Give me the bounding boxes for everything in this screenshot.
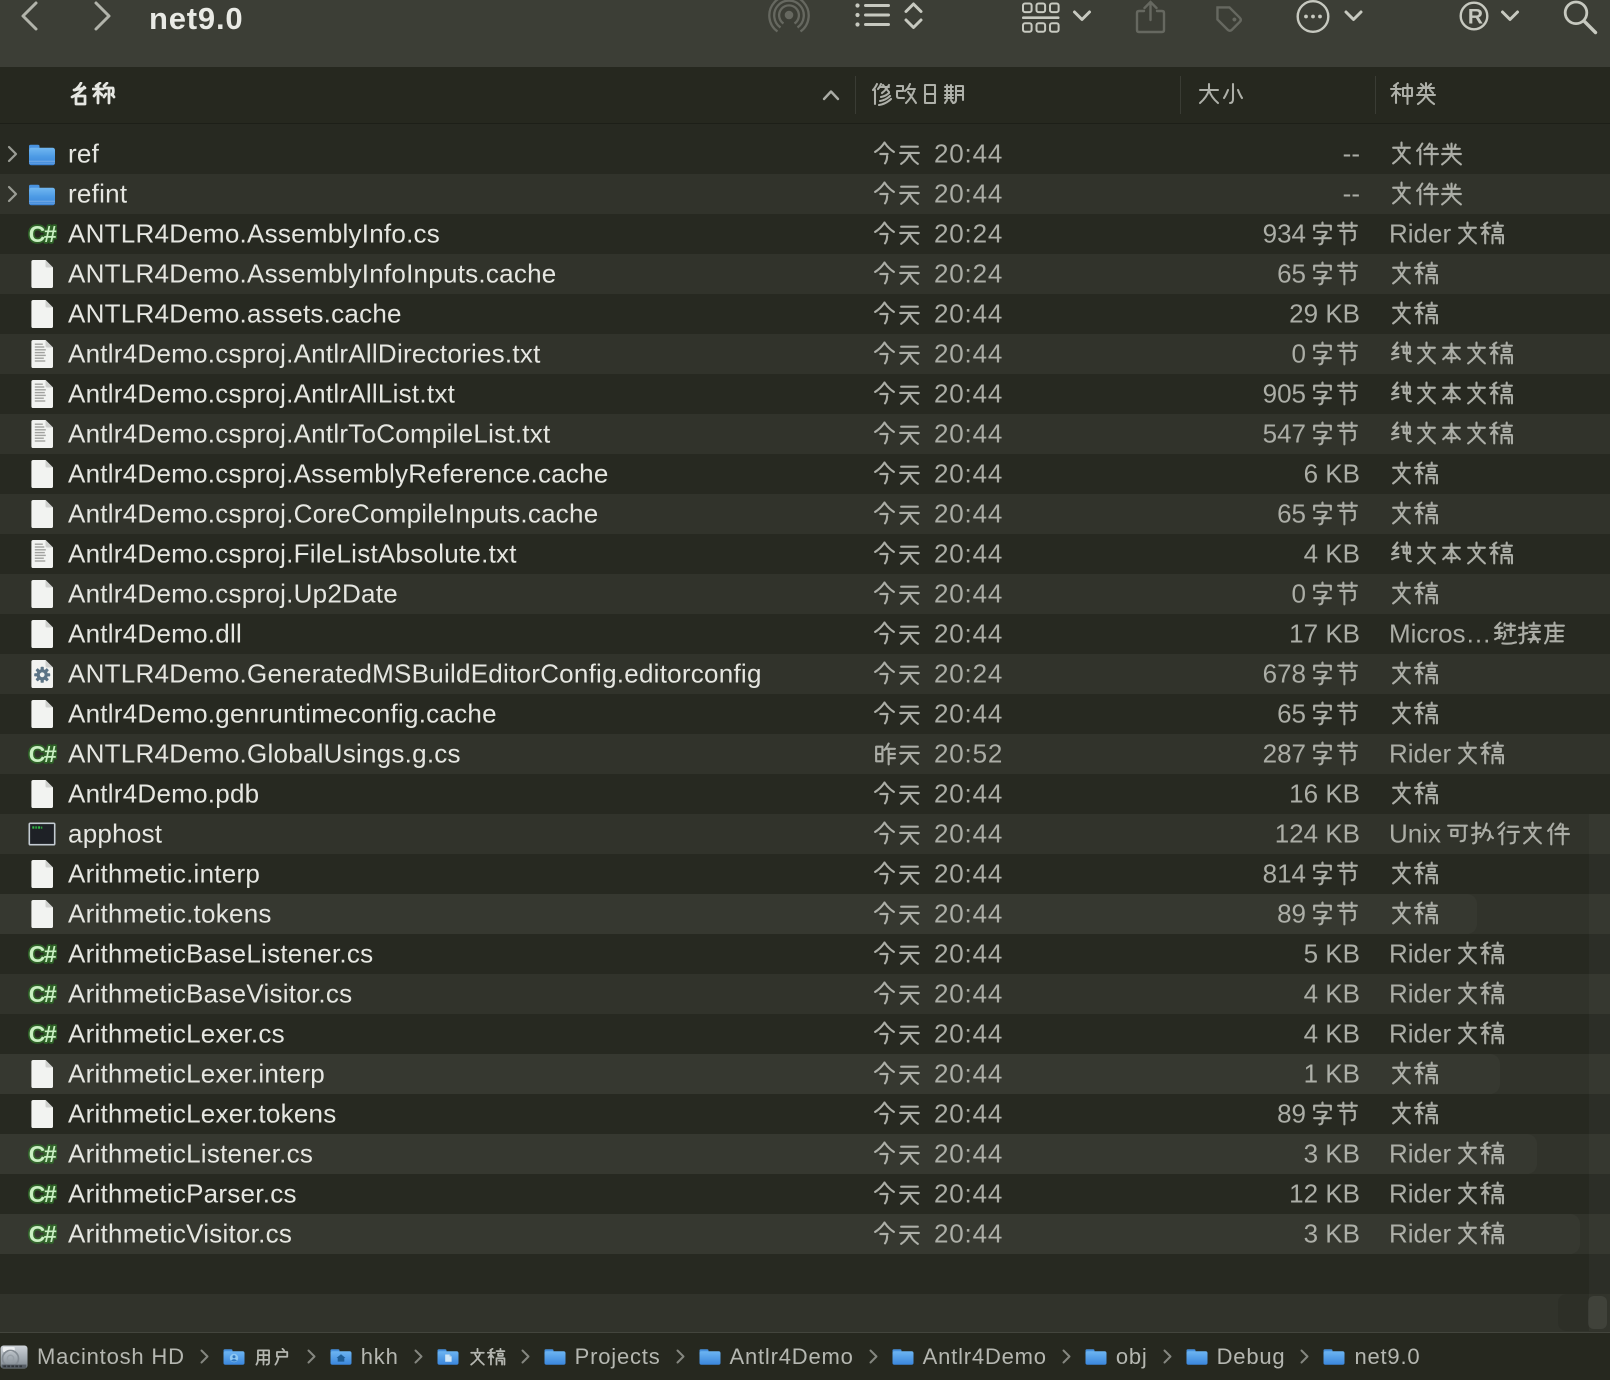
svg-text:R: R (1468, 6, 1483, 29)
